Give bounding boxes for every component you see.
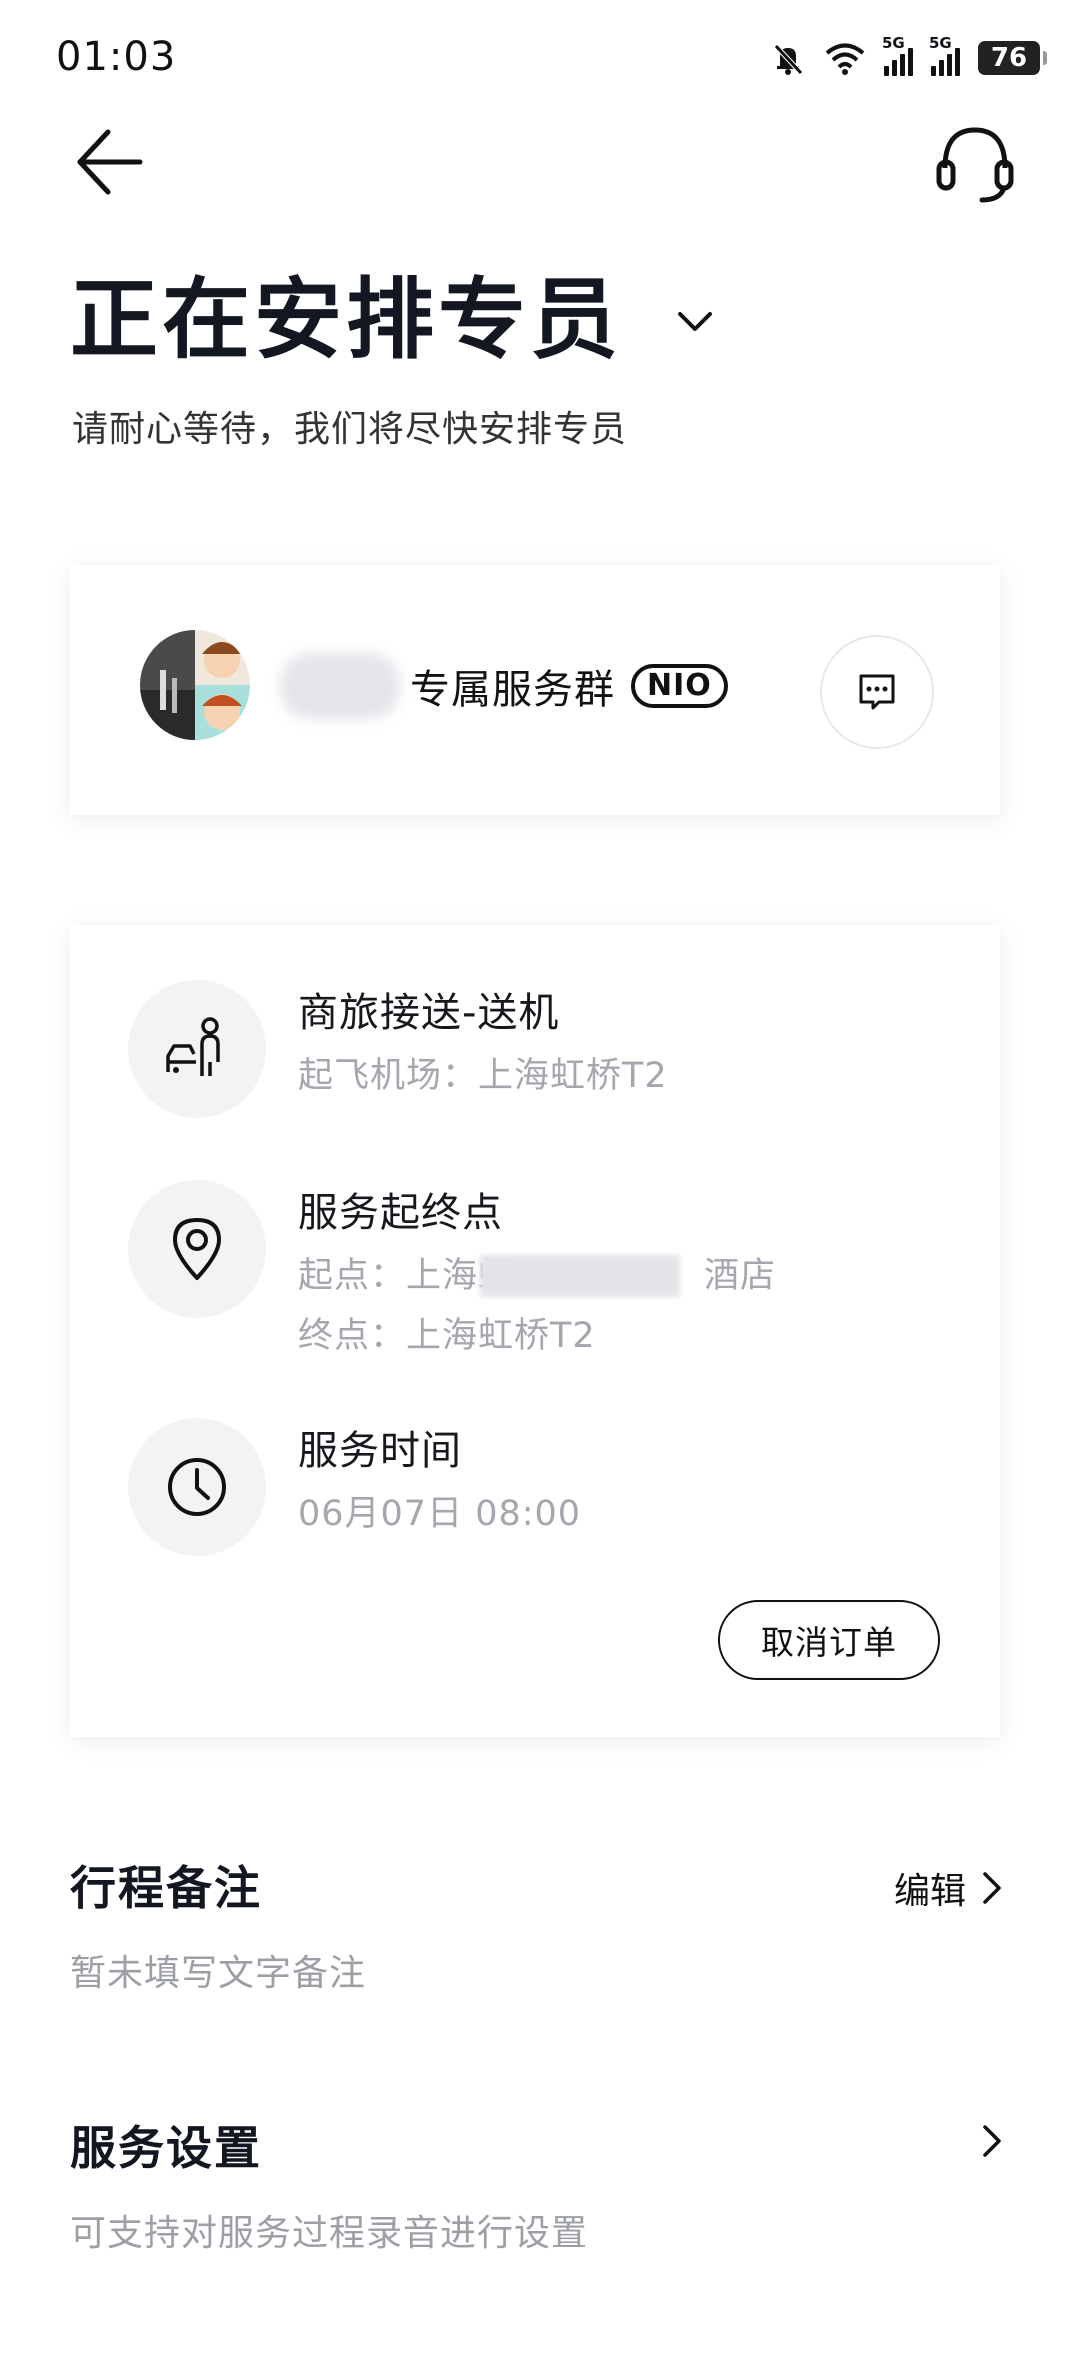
cancel-order-button[interactable]: 取消订单 [718,1600,940,1680]
message-icon [859,674,895,710]
group-avatar [140,630,250,740]
group-chat-button[interactable] [820,635,934,749]
notes-edit-label: 编辑 [893,1871,966,1912]
chevron-right-icon [983,1872,1001,1904]
chevron-down-icon [678,312,712,331]
page-title: 正在安排专员 [70,268,623,371]
back-arrow-icon [77,129,143,195]
customer-service-button[interactable] [930,118,1020,208]
service-settings-row[interactable]: 服务设置 可支持对服务过程录音进行设置 [0,2100,1080,2280]
time-value: 06月07日 08:00 [298,1494,582,1534]
title-expand-button[interactable] [672,302,718,342]
service-type-icon-wrap [128,980,266,1118]
service-type-title: 商旅接送-送机 [298,990,560,1036]
service-type-sub: 起飞机场：上海虹桥T2 [298,1056,668,1096]
page-subtitle: 请耐心等待，我们将尽快安排专员 [72,409,628,450]
chevron-right-icon [983,2125,1001,2157]
notes-sub: 暂未填写文字备注 [70,1953,367,1994]
time-icon-wrap [128,1418,266,1556]
settings-sub: 可支持对服务过程录音进行设置 [70,2213,589,2254]
mute-bell-icon [774,44,803,75]
route-start-suffix: 酒店 [704,1256,777,1296]
signal-1-label: 5G [882,34,905,52]
signal-2-icon: 5G [929,34,960,76]
signal-1-icon: 5G [882,34,913,76]
notes-title: 行程备注 [70,1861,262,1915]
nio-badge: NIO [631,664,728,708]
back-button[interactable] [70,122,150,202]
service-group-card[interactable]: 专属服务群 NIO [70,565,1000,815]
time-title: 服务时间 [298,1428,462,1474]
redacted-mask [480,1255,680,1297]
status-time: 01:03 [56,34,177,80]
location-pin-icon [173,1218,221,1280]
settings-title: 服务设置 [70,2121,262,2175]
route-end: 终点：上海虹桥T2 [298,1316,596,1356]
battery-icon: 76 [978,41,1047,75]
passenger-car-icon [166,1017,220,1076]
route-icon-wrap [128,1180,266,1318]
notes-edit-button[interactable]: 编辑 [894,1862,1004,1914]
group-name-wrap: 专属服务群 NIO [410,657,728,715]
group-name: 专属服务群 [410,667,615,713]
battery-level: 76 [990,43,1028,73]
headset-icon [936,127,1014,203]
route-title: 服务起终点 [298,1190,503,1236]
signal-2-label: 5G [929,34,952,52]
wifi-icon [825,43,865,75]
clock-icon [168,1458,226,1516]
status-icons: 5G 5G 76 [770,34,1047,82]
service-detail-card: 商旅接送-送机 起飞机场：上海虹桥T2 服务起终点 起点：上海虹 酒店 终点：上海… [70,925,1000,1737]
